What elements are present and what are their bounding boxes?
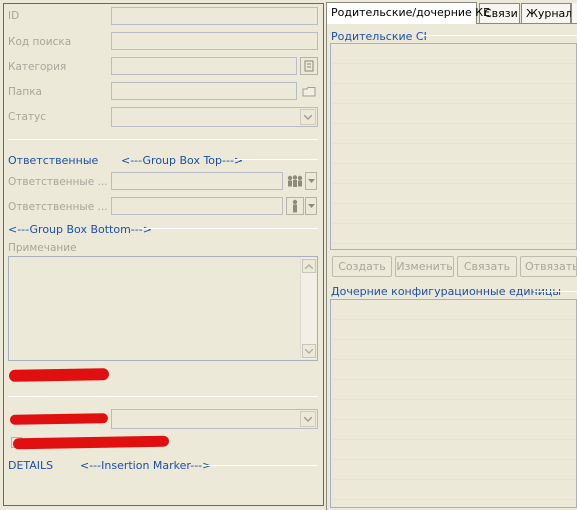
group-box-bottom-marker: <---Group Box Bottom---> <box>8 223 152 236</box>
tab-parent-child-ci[interactable]: Родительские/дочерние КЕ <box>326 2 490 24</box>
select-dropdown-button[interactable] <box>300 411 316 427</box>
group-line <box>234 159 318 160</box>
redacted-label <box>9 413 109 425</box>
category-label: Категория <box>8 61 67 73</box>
responsible-2-field[interactable] <box>111 197 283 215</box>
parent-ci-list[interactable] <box>330 43 577 250</box>
responsible-1-field[interactable] <box>111 172 283 190</box>
separator <box>8 139 318 140</box>
details-line <box>205 465 318 466</box>
section-line <box>534 291 577 292</box>
chevron-down-icon <box>304 114 312 120</box>
unlink-button[interactable]: Отвязать <box>520 256 577 277</box>
folder-icon <box>302 86 316 96</box>
chevron-down-icon <box>307 179 315 183</box>
tab-overflow <box>571 3 577 23</box>
scroll-down-button[interactable] <box>302 344 316 358</box>
child-ci-heading: Дочерние конфигурационные единицы <box>331 285 562 298</box>
scroll-up-button[interactable] <box>302 259 316 273</box>
group-box-top-marker: <---Group Box Top---> <box>121 154 244 167</box>
category-field[interactable] <box>111 57 297 75</box>
separator <box>8 396 318 397</box>
folder-field[interactable] <box>111 82 297 100</box>
search-code-label: Код поиска <box>8 36 72 48</box>
person-picker-button[interactable] <box>286 197 304 215</box>
id-field[interactable] <box>111 7 318 25</box>
redacted-select[interactable] <box>111 409 318 429</box>
chevron-up-icon <box>305 263 313 269</box>
status-dropdown-button[interactable] <box>300 109 316 125</box>
child-ci-list[interactable] <box>330 299 577 508</box>
group-dropdown-button[interactable] <box>305 172 317 190</box>
folder-picker-button[interactable] <box>300 82 318 100</box>
category-picker-button[interactable] <box>300 57 318 75</box>
note-scrollbar[interactable] <box>300 258 316 359</box>
person-icon <box>292 199 298 213</box>
form-frame <box>3 3 324 506</box>
note-textarea[interactable] <box>8 256 318 361</box>
chevron-down-icon <box>307 204 315 208</box>
status-label: Статус <box>8 111 46 123</box>
responsible-heading: Ответственные <box>8 154 99 167</box>
folder-label: Папка <box>8 86 42 98</box>
responsible-2-label: Ответственные ... <box>8 201 108 213</box>
tab-journal[interactable]: Журнал <box>521 3 572 23</box>
search-code-field[interactable] <box>111 32 318 50</box>
section-line <box>421 35 577 36</box>
responsible-1-label: Ответственные ... <box>8 176 108 188</box>
group-line <box>140 228 318 229</box>
group-icon <box>287 175 303 187</box>
details-heading: DETAILS <box>8 459 54 472</box>
insertion-marker: <---Insertion Marker---> <box>80 459 212 472</box>
note-label: Примечание <box>8 242 77 254</box>
link-button[interactable]: Связать <box>457 256 517 277</box>
parent-ci-heading: Родительские CI <box>331 30 427 43</box>
status-select[interactable] <box>111 107 318 127</box>
book-icon <box>304 60 314 72</box>
chevron-down-icon <box>304 416 312 422</box>
id-label: ID <box>8 10 20 22</box>
edit-button[interactable]: Изменить <box>395 256 454 277</box>
chevron-down-icon <box>305 348 313 354</box>
person-dropdown-button[interactable] <box>305 197 317 215</box>
group-picker-button[interactable] <box>286 172 304 190</box>
redacted-label <box>8 368 110 382</box>
create-button[interactable]: Создать <box>332 256 392 277</box>
